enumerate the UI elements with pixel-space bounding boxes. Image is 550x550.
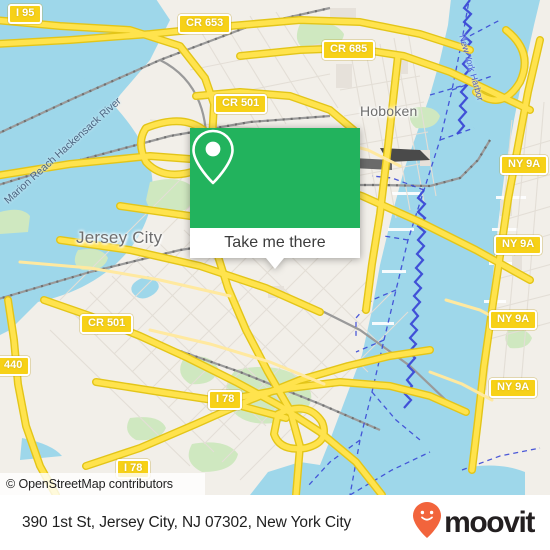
shield-ny-9a-4: NY 9A <box>489 378 538 398</box>
popup-cta[interactable]: Take me there <box>190 228 360 258</box>
footer-bar: 390 1st St, Jersey City, NJ 07302, New Y… <box>0 495 550 550</box>
osm-attribution-text: © OpenStreetMap contributors <box>6 477 173 491</box>
osm-attribution[interactable]: © OpenStreetMap contributors <box>0 473 205 495</box>
shield-ny-9a-1: NY 9A <box>500 155 549 175</box>
shield-ny-9a-2: NY 9A <box>494 235 543 255</box>
shield-ny-9a-3: NY 9A <box>489 310 538 330</box>
shield-cr-501-north: CR 501 <box>214 94 268 114</box>
shield-cr-501-south: CR 501 <box>80 314 134 334</box>
shield-i-78-east: I 78 <box>208 390 243 410</box>
shield-i-95: I 95 <box>8 4 43 24</box>
map-canvas[interactable]: Marion Reach Hackensack River New York H… <box>0 0 550 495</box>
moovit-wordmark: moovit <box>444 505 535 539</box>
place-label-jersey-city: Jersey City <box>76 228 163 247</box>
shield-440: 440 <box>0 356 31 376</box>
popup-pointer <box>266 258 284 269</box>
popup-cta-label: Take me there <box>224 234 326 251</box>
moovit-map-screenshot: Marion Reach Hackensack River New York H… <box>0 0 550 550</box>
moovit-logo[interactable]: moovit <box>412 501 535 544</box>
shield-cr-685: CR 685 <box>322 40 376 60</box>
place-label-hoboken: Hoboken <box>360 103 418 119</box>
shield-cr-653: CR 653 <box>178 14 232 34</box>
address-text: 390 1st St, Jersey City, NJ 07302, New Y… <box>22 513 352 531</box>
location-popup-card[interactable]: Take me there <box>190 128 360 269</box>
popup-header <box>190 128 360 228</box>
moovit-pin-smiley-icon <box>412 501 442 544</box>
